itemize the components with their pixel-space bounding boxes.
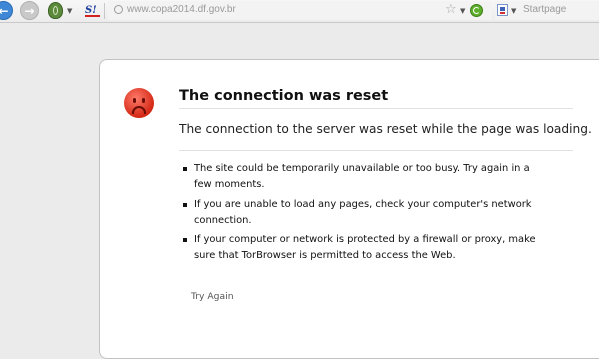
- back-arrow-icon: ←: [0, 3, 9, 18]
- toolbar-divider: [104, 3, 105, 19]
- troubleshooting-list: The site could be temporarily unavailabl…: [183, 161, 543, 268]
- forward-button[interactable]: →: [20, 1, 39, 20]
- address-url[interactable]: www.copa2014.df.gov.br: [127, 4, 236, 15]
- tor-onion-button[interactable]: [48, 2, 63, 19]
- sad-face-error-icon: [124, 88, 154, 118]
- tip-text: If you are unable to load any pages, che…: [194, 198, 532, 226]
- tip-text: The site could be temporarily unavailabl…: [194, 163, 530, 190]
- description-divider: [179, 150, 573, 151]
- error-title: The connection was reset: [179, 88, 389, 104]
- error-page-container: The connection was reset The connection …: [99, 59, 599, 359]
- reload-icon[interactable]: [470, 4, 483, 17]
- onion-dropdown-arrow-icon[interactable]: ▼: [67, 7, 72, 15]
- tip-text: If your computer or network is protected…: [194, 234, 536, 261]
- history-dropdown-arrow-icon[interactable]: ▼: [460, 7, 465, 15]
- globe-icon: [114, 5, 123, 14]
- browser-toolbar: ← → ▼ S! www.copa2014.df.gov.br ☆ ▼ ▼ St…: [0, 0, 599, 23]
- search-box[interactable]: ▼ Startpage: [495, 1, 599, 20]
- error-description: The connection to the server was reset w…: [179, 122, 592, 136]
- list-item: If your computer or network is protected…: [183, 232, 543, 264]
- list-item: The site could be temporarily unavailabl…: [183, 161, 543, 193]
- title-divider: [179, 108, 573, 109]
- try-again-button[interactable]: Try Again: [191, 291, 234, 302]
- search-engine-icon[interactable]: [497, 4, 508, 16]
- bullet-icon: [183, 202, 187, 207]
- address-bar[interactable]: www.copa2014.df.gov.br: [108, 1, 492, 20]
- bookmark-star-icon[interactable]: ☆: [445, 2, 457, 18]
- bullet-icon: [183, 238, 187, 242]
- list-item: If you are unable to load any pages, che…: [183, 197, 543, 229]
- search-input[interactable]: Startpage: [523, 4, 566, 15]
- bullet-icon: [183, 167, 187, 171]
- noscript-button[interactable]: S!: [85, 3, 100, 18]
- back-button[interactable]: ←: [0, 1, 13, 20]
- search-engine-dropdown-arrow-icon[interactable]: ▼: [511, 7, 516, 15]
- forward-arrow-icon: →: [24, 3, 35, 18]
